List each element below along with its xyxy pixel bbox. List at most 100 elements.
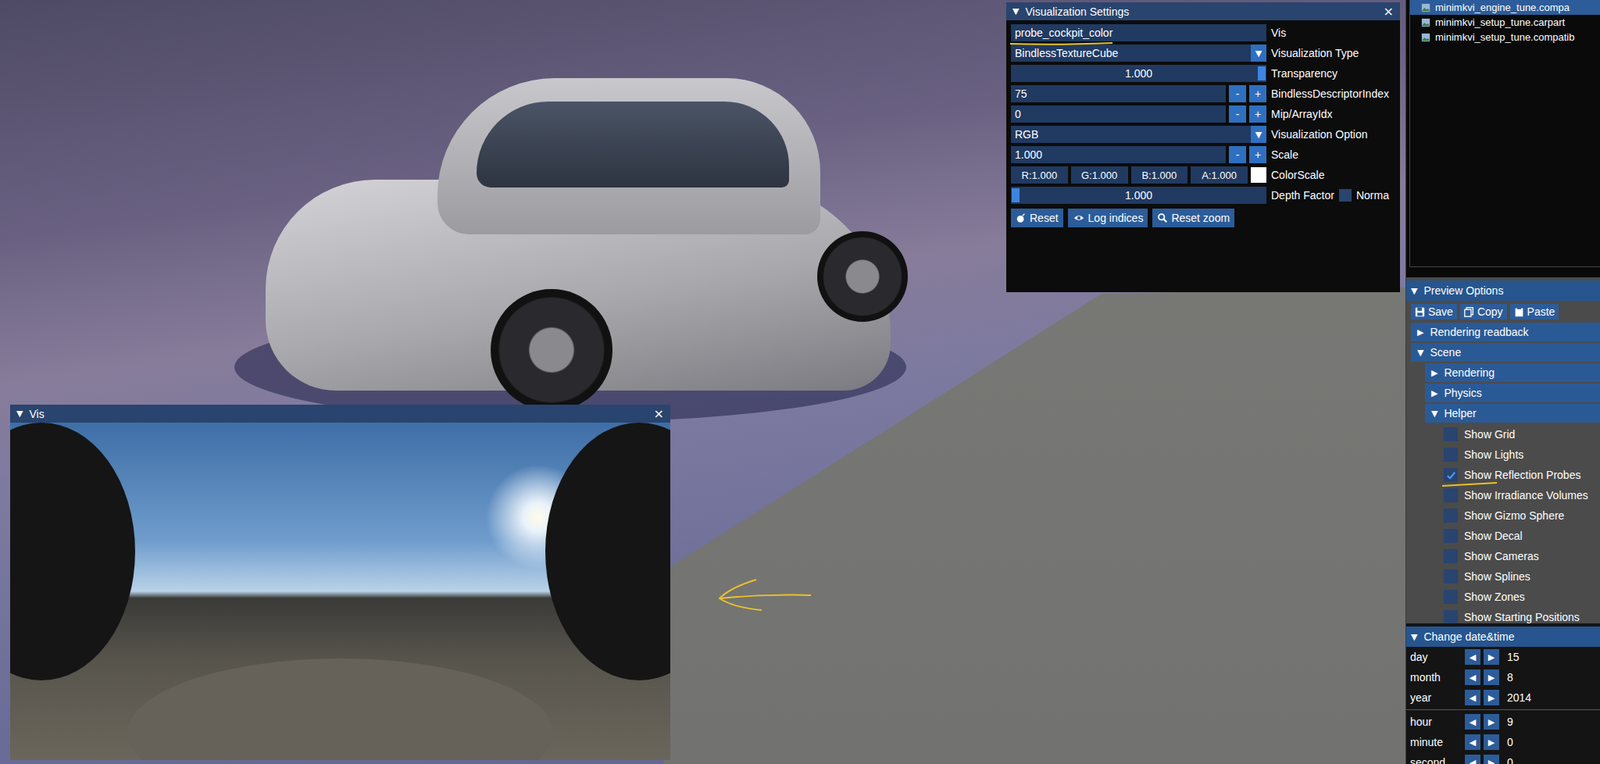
decrease-arrow-icon[interactable]: ◀ [1464, 649, 1481, 665]
checkbox[interactable] [1443, 549, 1458, 564]
close-icon[interactable]: × [1383, 3, 1394, 19]
date-field-label: minute [1410, 735, 1462, 749]
color-channel-field[interactable]: A:1.000 [1190, 166, 1248, 184]
action-button[interactable]: Paste [1510, 303, 1560, 320]
viewport[interactable]: ▼ Visualization Settings × probe_cockpit… [0, 0, 1406, 764]
slider-grab[interactable] [1011, 188, 1020, 203]
checkbox[interactable] [1443, 488, 1458, 503]
checkbox[interactable] [1443, 447, 1458, 462]
color-swatch[interactable] [1250, 167, 1267, 183]
increase-arrow-icon[interactable]: ▶ [1483, 689, 1500, 706]
increment-button[interactable]: + [1249, 85, 1267, 103]
color-channel-field[interactable]: G:1.000 [1071, 166, 1129, 184]
checkbox[interactable] [1443, 589, 1458, 604]
checkbox[interactable] [1443, 508, 1458, 523]
expand-arrow-icon[interactable]: ▼ [1410, 285, 1418, 297]
helper-option[interactable]: Show Irradiance Volumes [1406, 485, 1600, 506]
checkbox[interactable] [1443, 569, 1458, 584]
checkbox[interactable] [1339, 189, 1352, 202]
underline-annotation [1010, 42, 1113, 45]
setting-label: Mip/ArrayIdx [1271, 107, 1333, 121]
vis-window[interactable]: ▼ Vis × [10, 404, 671, 761]
file-item[interactable]: minimkvi_engine_tune.compa [1410, 0, 1600, 15]
decrease-arrow-icon[interactable]: ◀ [1464, 689, 1481, 706]
date-time-header[interactable]: ▼ Change date&time [1406, 626, 1600, 647]
helper-option[interactable]: Show Starting Positions [1406, 607, 1600, 624]
decrease-arrow-icon[interactable]: ◀ [1464, 734, 1481, 750]
helper-option[interactable]: Show Zones [1406, 586, 1600, 608]
car-cabin [437, 78, 821, 235]
action-button[interactable]: Save [1410, 303, 1458, 320]
setting-row: probe_cockpit_color Vis [1010, 24, 1396, 42]
helper-option[interactable]: Show Decal [1406, 525, 1600, 547]
visualization-settings-window[interactable]: ▼ Visualization Settings × probe_cockpit… [1006, 2, 1400, 293]
text-field[interactable]: probe_cockpit_color [1010, 24, 1267, 42]
helper-option[interactable]: Show Lights [1406, 444, 1600, 465]
settings-button[interactable]: Reset zoom [1152, 208, 1235, 228]
increment-button[interactable]: + [1249, 146, 1267, 164]
settings-button[interactable]: Reset [1010, 208, 1064, 228]
color-channel-field[interactable]: B:1.000 [1131, 166, 1189, 184]
increment-button[interactable]: + [1249, 105, 1267, 123]
increase-arrow-icon[interactable]: ▶ [1483, 714, 1500, 730]
tree-header[interactable]: ▶ Rendering readback [1410, 322, 1600, 342]
color-channel-field[interactable]: R:1.000 [1010, 166, 1068, 184]
expand-arrow-icon[interactable]: ▶ [1431, 388, 1438, 399]
tree-header[interactable]: ▼ Scene [1410, 342, 1600, 362]
increase-arrow-icon[interactable]: ▶ [1483, 734, 1500, 750]
decrement-button[interactable]: - [1228, 146, 1247, 164]
tree-header[interactable]: ▶ Rendering [1425, 363, 1600, 383]
number-field[interactable]: 1.000 [1010, 146, 1226, 164]
setting-label: ColorScale [1271, 168, 1325, 182]
checkbox[interactable] [1443, 610, 1458, 624]
tree-header[interactable]: ▼ Helper [1425, 403, 1600, 423]
expand-arrow-icon[interactable]: ▼ [1431, 408, 1438, 419]
increase-arrow-icon[interactable]: ▶ [1483, 754, 1500, 764]
slider-grab[interactable] [1257, 66, 1266, 81]
helper-option[interactable]: Show Splines [1406, 566, 1600, 587]
helper-option[interactable]: Show Cameras [1406, 546, 1600, 567]
helper-option[interactable]: Show Reflection Probes [1406, 464, 1600, 486]
expand-arrow-icon[interactable]: ▶ [1431, 367, 1438, 379]
dropdown-arrow-icon[interactable]: ▼ [1250, 44, 1267, 62]
decrease-arrow-icon[interactable]: ◀ [1464, 669, 1481, 686]
combo-box[interactable]: RGB ▼ [1010, 125, 1267, 143]
settings-button[interactable]: Log indices [1067, 208, 1149, 228]
tree-header[interactable]: ▶ Physics [1425, 383, 1600, 403]
button-label: Reset zoom [1171, 211, 1230, 225]
increase-arrow-icon[interactable]: ▶ [1483, 649, 1500, 665]
setting-label: Vis [1271, 26, 1286, 40]
decrement-button[interactable]: - [1228, 85, 1247, 103]
helper-option[interactable]: Show Grid [1406, 424, 1600, 445]
expand-arrow-icon[interactable]: ▼ [1417, 347, 1424, 358]
decrement-button[interactable]: - [1228, 105, 1247, 123]
slider[interactable]: 1.000 [1010, 64, 1267, 83]
decrease-arrow-icon[interactable]: ◀ [1464, 714, 1481, 730]
title-bar[interactable]: ▼ Visualization Settings × [1006, 2, 1400, 21]
checkbox[interactable] [1443, 467, 1458, 483]
action-button[interactable]: Copy [1460, 303, 1508, 320]
number-field[interactable]: 75 [1010, 85, 1226, 103]
expand-arrow-icon[interactable]: ▼ [1410, 632, 1418, 643]
expand-arrow-icon[interactable]: ▶ [1417, 327, 1424, 338]
date-field-value: 0 [1507, 735, 1514, 749]
checkbox[interactable] [1443, 427, 1458, 442]
decrease-arrow-icon[interactable]: ◀ [1464, 754, 1481, 764]
collapse-icon[interactable]: ▼ [1012, 6, 1019, 17]
helper-option[interactable]: Show Gizmo Sphere [1406, 505, 1600, 526]
close-icon[interactable]: × [653, 406, 665, 422]
number-field[interactable]: 0 [1010, 105, 1226, 123]
combo-box[interactable]: BindlessTextureCube ▼ [1010, 44, 1267, 62]
setting-control: 75 - + [1010, 85, 1267, 103]
file-item[interactable]: minimkvi_setup_tune.compatib [1410, 29, 1600, 45]
title-bar[interactable]: ▼ Vis × [10, 404, 671, 423]
file-item[interactable]: minimkvi_setup_tune.carpart [1410, 14, 1600, 30]
increase-arrow-icon[interactable]: ▶ [1483, 669, 1500, 686]
action-label: Copy [1477, 305, 1504, 318]
slider-value: 1.000 [1125, 67, 1153, 80]
dropdown-arrow-icon[interactable]: ▼ [1250, 125, 1267, 143]
collapse-icon[interactable]: ▼ [16, 408, 23, 419]
checkbox[interactable] [1443, 528, 1458, 543]
preview-options-header[interactable]: ▼ Preview Options [1406, 280, 1600, 301]
slider[interactable]: 1.000 [1010, 186, 1267, 204]
